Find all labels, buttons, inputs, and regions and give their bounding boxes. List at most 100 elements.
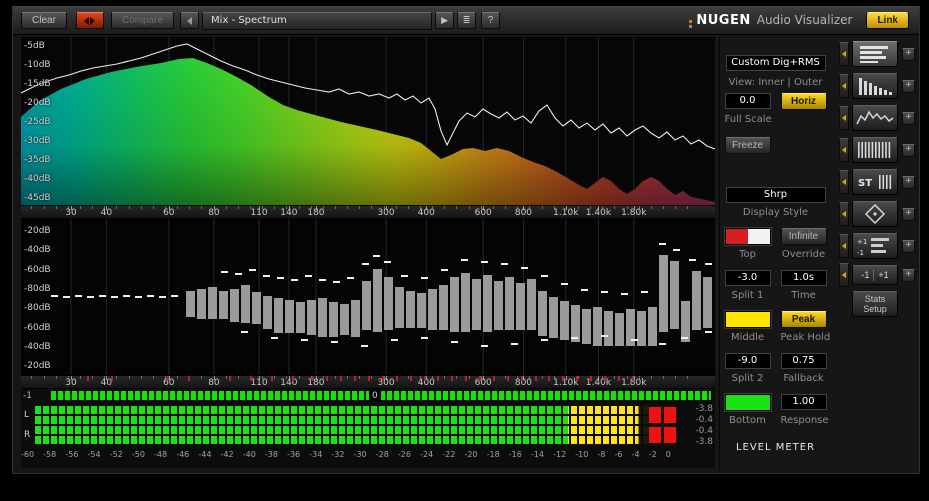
response-value-box[interactable]: 1.00 [780, 394, 827, 410]
visualizer-window: Clear Compare Mix - Spectrum ▶ ≣ ? NUGEN… [12, 6, 920, 474]
spectrum-display[interactable]: -5dB -10dB -15dB -20dB -25dB -30dB -35dB -40dB -… [21, 37, 715, 205]
clip-marker [409, 376, 412, 381]
meter-scale-label: -12 [553, 450, 567, 459]
module-row: + [839, 73, 921, 99]
db-label: -20dB [24, 226, 51, 236]
top-color-swatch[interactable] [723, 227, 772, 246]
axis-tick [675, 376, 677, 379]
left-arrow-icon [842, 147, 846, 153]
split1-label: Split 1 [731, 290, 764, 301]
preset-menu-button[interactable]: ≣ [457, 12, 477, 29]
left-arrow-icon [842, 272, 846, 278]
axis-tick [359, 206, 361, 209]
module-add-button[interactable]: + [902, 207, 915, 221]
preset-prev-button[interactable] [180, 12, 200, 29]
module-prev-button[interactable] [839, 106, 849, 130]
axis-tick [371, 376, 373, 379]
svg-text:+1: +1 [857, 238, 867, 246]
horiz-button[interactable]: Horiz [780, 93, 827, 110]
frequency-label: 400 [417, 208, 435, 218]
compare-button[interactable]: Compare [110, 12, 175, 29]
axis-tick [505, 206, 507, 209]
meter-scale-label: -14 [530, 450, 545, 459]
module-add-button[interactable]: + [902, 47, 915, 61]
axis-tick [92, 376, 94, 379]
clip-marker [465, 376, 468, 381]
clip-marker [312, 376, 315, 381]
spectrum-frequency-axis: 30 40 60 80 110 140 180 300 400 600 800 1.10k 1.40k 1… [21, 205, 715, 219]
clip-led [649, 427, 661, 443]
display-style-value-box[interactable]: Shrp [725, 187, 826, 203]
view-toggle[interactable]: View: Inner | Outer [726, 77, 826, 88]
freeze-button[interactable]: Freeze [724, 137, 771, 154]
frequency-label: 300 [377, 378, 395, 388]
module-prev-button[interactable] [839, 42, 849, 66]
position-bar[interactable] [51, 391, 711, 400]
preset-display[interactable]: Mix - Spectrum [202, 11, 433, 30]
frequency-label: 140 [280, 378, 298, 388]
module-add-button[interactable]: + [902, 239, 915, 253]
module-vectorscope-button[interactable] [852, 201, 898, 227]
logo-colon-icon [689, 19, 693, 28]
fallback-label: Fallback [783, 373, 824, 384]
module-prev-button[interactable] [839, 202, 849, 226]
frequency-label: 60 [163, 208, 175, 218]
split1-value-box[interactable]: -3.0 [724, 270, 771, 286]
help-button[interactable]: ? [481, 12, 501, 29]
full-scale-value-box[interactable]: 0.0 [724, 93, 771, 109]
clip-marker [603, 376, 606, 381]
meter-scale-label: -20 [464, 450, 478, 459]
time-value-box[interactable]: 1.0s [780, 270, 827, 286]
module-loudness-meter-button[interactable]: +1 -1 [852, 233, 898, 259]
preset-play-button[interactable]: ▶ [435, 12, 455, 29]
module-prev-button[interactable] [839, 234, 849, 258]
module-add-button[interactable]: + [902, 143, 915, 157]
axis-tick [152, 376, 154, 379]
module-add-button[interactable]: + [902, 79, 915, 93]
clip-marker [86, 376, 89, 381]
module-prev-button[interactable] [839, 170, 849, 194]
module-waveform-button[interactable] [852, 105, 898, 131]
split2-value-box[interactable]: -9.0 [724, 353, 771, 369]
axis-tick [335, 206, 337, 209]
module-add-button[interactable]: + [902, 111, 915, 125]
frequency-label: 300 [377, 208, 395, 218]
module-add-button[interactable]: + [902, 268, 915, 282]
bottom-color-swatch[interactable] [723, 393, 772, 412]
axis-tick [541, 206, 543, 209]
axis-tick [298, 376, 300, 379]
override-button[interactable]: Infinite [780, 228, 827, 245]
peak-hold-button[interactable]: Peak [780, 311, 827, 328]
module-add-button[interactable]: + [902, 175, 915, 189]
play-icon: ▶ [441, 15, 448, 25]
frequency-label: 800 [514, 378, 533, 388]
inner-color [725, 229, 748, 244]
module-lines-display-button[interactable] [852, 41, 898, 67]
db-label: -25dB [24, 117, 51, 127]
ab-toggle-button[interactable] [75, 12, 104, 29]
meter-scale-label: 0 [665, 450, 671, 459]
meter-scale-label: -40 [242, 450, 256, 459]
histogram-display[interactable]: -20dB -40dB -60dB -80dB -80dB -60dB -40dB -20dB [21, 219, 715, 375]
axis-tick [614, 206, 616, 209]
middle-color-swatch[interactable] [723, 310, 772, 329]
module-prev-button[interactable] [839, 74, 849, 98]
stats-setup-button[interactable]: Stats Setup [852, 291, 898, 317]
mode-value-box[interactable]: Custom Dig+RMS [725, 55, 826, 71]
module-row: + [839, 201, 921, 227]
clear-button[interactable]: Clear [21, 12, 67, 29]
fallback-value-box[interactable]: 0.75 [780, 353, 827, 369]
module-bargraph-button[interactable] [852, 73, 898, 99]
module-gain-step-button[interactable]: -1 +1 [852, 265, 898, 285]
axis-tick [687, 206, 689, 209]
axis-tick [201, 376, 203, 379]
level-meter-title: LEVEL METER [735, 442, 816, 453]
toolbar: Clear Compare Mix - Spectrum ▶ ≣ ? NUGEN… [13, 7, 919, 35]
module-stereo-spectrum-button[interactable]: ST [852, 169, 898, 195]
db-label: -80dB [24, 283, 51, 294]
link-button[interactable]: Link [866, 12, 909, 29]
module-prev-button[interactable] [839, 138, 849, 162]
clip-marker [576, 376, 579, 381]
module-spectrogram-button[interactable] [852, 137, 898, 163]
module-prev-button[interactable] [839, 263, 849, 287]
